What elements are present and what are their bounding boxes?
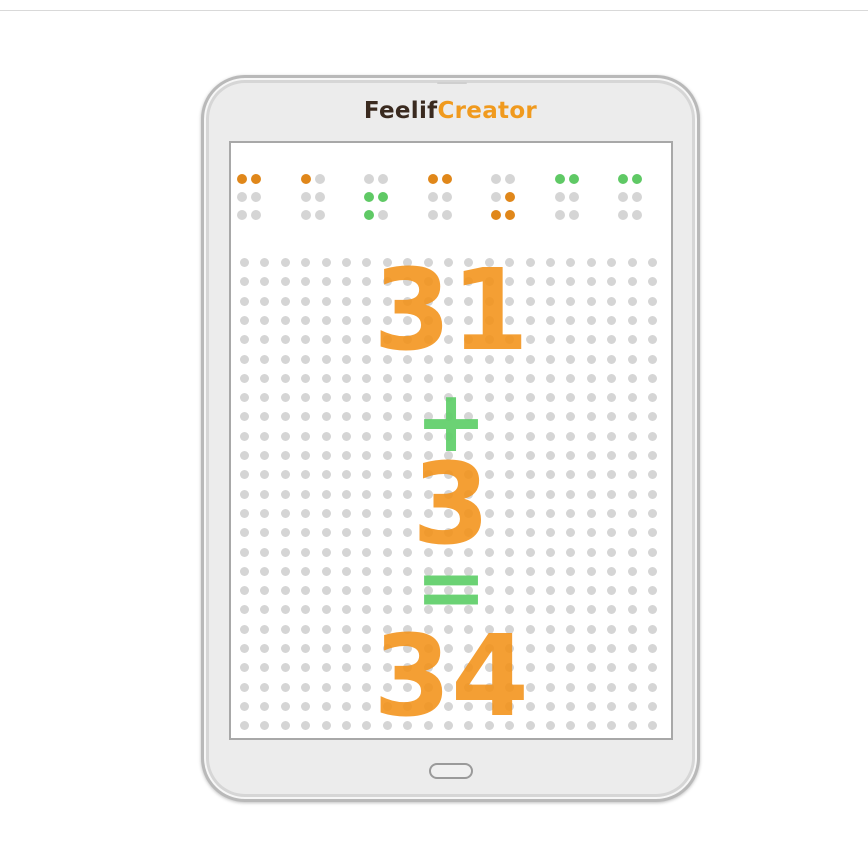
braille-dot: [632, 192, 642, 202]
braille-dot: [618, 192, 628, 202]
braille-dot-raised: [568, 174, 579, 184]
braille-dot: [491, 174, 501, 184]
braille-dot: [378, 210, 388, 220]
braille-dot: [237, 210, 247, 220]
braille-dot: [554, 192, 565, 202]
braille-dot: [300, 192, 311, 202]
braille-dot-raised: [251, 174, 261, 184]
braille-dot-raised: [364, 210, 374, 220]
braille-dot: [378, 174, 388, 184]
braille-dot: [427, 210, 438, 220]
brand-name-part1: Feelif: [363, 98, 438, 124]
braille-dot-raised: [618, 174, 628, 184]
braille-dot: [314, 174, 325, 184]
braille-dot: [568, 210, 579, 220]
operand-1: 31: [373, 246, 529, 376]
braille-dot-raised: [300, 174, 311, 184]
braille-dot: [314, 192, 325, 202]
braille-dot: [632, 210, 642, 220]
braille-dot-raised: [505, 210, 515, 220]
braille-dot-raised: [632, 174, 642, 184]
home-button-icon[interactable]: [429, 763, 473, 779]
braille-dot-raised: [441, 174, 452, 184]
speaker-grille: [437, 82, 467, 84]
brand-logo: FeelifCreator: [204, 98, 697, 124]
braille-dot: [314, 210, 325, 220]
braille-dot-raised: [427, 174, 438, 184]
braille-dot: [251, 192, 261, 202]
result-value: 34: [373, 612, 529, 740]
braille-dot: [441, 192, 452, 202]
braille-dot: [364, 174, 374, 184]
braille-dot: [505, 174, 515, 184]
tablet-screen[interactable]: 31 + 3 = 34: [229, 141, 673, 740]
braille-dot-raised: [378, 192, 388, 202]
top-divider: [0, 10, 868, 11]
brand-name-part2: Creator: [437, 98, 538, 124]
braille-dot-raised: [554, 174, 565, 184]
braille-dot: [568, 192, 579, 202]
braille-dot: [300, 210, 311, 220]
braille-dot: [251, 210, 261, 220]
tablet-device: FeelifCreator 31 + 3 = 34: [201, 75, 700, 802]
braille-dot-raised: [491, 210, 501, 220]
braille-dot-raised: [364, 192, 374, 202]
braille-dot: [618, 210, 628, 220]
braille-dot: [554, 210, 565, 220]
braille-dot-raised: [505, 192, 515, 202]
braille-dot: [237, 192, 247, 202]
braille-dot: [441, 210, 452, 220]
braille-dot-raised: [237, 174, 247, 184]
braille-dot: [491, 192, 501, 202]
braille-dot: [427, 192, 438, 202]
